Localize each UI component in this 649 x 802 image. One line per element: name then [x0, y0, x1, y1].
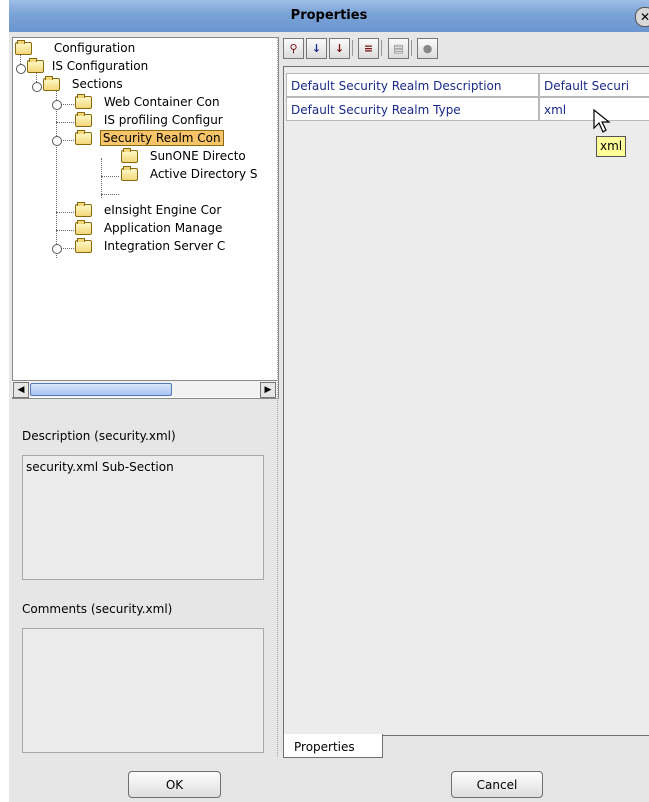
tree-item-sunone[interactable]: SunONE Directo [121, 147, 246, 165]
tab-properties[interactable]: Properties [283, 734, 383, 758]
folder-icon [75, 220, 92, 235]
property-value[interactable]: Default Securi [539, 73, 649, 97]
comments-field[interactable] [22, 628, 264, 753]
tree-line [56, 212, 74, 213]
folder-icon [15, 40, 32, 55]
properties-panel: Default Security Realm Description Defau… [283, 66, 649, 736]
expander-icon[interactable] [52, 244, 62, 254]
pin-icon[interactable]: ⚲ [283, 38, 304, 59]
tree-item-is-configuration[interactable]: IS Configuration [27, 57, 148, 75]
toolbar-separator [381, 40, 382, 56]
tree-item-label: IS profiling Configur [103, 113, 223, 127]
ok-button[interactable]: OK [128, 771, 221, 798]
tooltip: xml [596, 136, 627, 157]
tree-item-web-container[interactable]: Web Container Con [75, 93, 220, 111]
folder-icon [121, 166, 138, 181]
toolbar-separator [411, 40, 412, 56]
help-icon[interactable]: ● [417, 38, 438, 59]
toolbar-separator [352, 40, 353, 56]
title-bar: Properties ✕ [9, 0, 649, 32]
scroll-left-icon[interactable]: ◀ [13, 382, 29, 398]
tree-line [56, 230, 74, 231]
expander-icon[interactable] [52, 136, 62, 146]
tree-item-label: Application Manage [103, 221, 223, 235]
mouse-cursor-icon [593, 108, 611, 133]
description-text: security.xml Sub-Section [26, 460, 174, 474]
folder-icon [75, 238, 92, 253]
tree-item-security-realm[interactable]: Security Realm Con [75, 129, 224, 147]
tree-item-label: Web Container Con [103, 95, 220, 109]
folder-icon [121, 148, 138, 163]
sort-az-icon[interactable]: ↓ [306, 38, 327, 59]
tree-item-configuration[interactable]: Configuration [15, 39, 135, 57]
tree-line [101, 194, 119, 195]
tree-item-application-manager[interactable]: Application Manage [75, 219, 222, 237]
folder-icon [75, 94, 92, 109]
folder-icon [75, 202, 92, 217]
tree-item-sections[interactable]: Sections [43, 75, 123, 93]
folder-icon [27, 58, 44, 73]
expander-icon[interactable] [16, 64, 26, 74]
tree-line [56, 88, 57, 258]
folder-icon [75, 112, 92, 127]
property-name: Default Security Realm Description [286, 73, 539, 97]
property-name: Default Security Realm Type [286, 97, 539, 121]
tree-item-label: IS Configuration [51, 59, 149, 73]
tree-item-is-profiling[interactable]: IS profiling Configur [75, 111, 223, 129]
folder-icon [43, 76, 60, 91]
tree-item-label-selected: Security Realm Con [99, 130, 224, 146]
tree-item-einsight[interactable]: eInsight Engine Cor [75, 201, 221, 219]
categorize-icon[interactable]: ↓ [329, 38, 350, 59]
properties-toolbar: ⚲ ↓ ↓ ≡ ▤ ● [283, 37, 649, 61]
pane-splitter[interactable] [277, 37, 282, 757]
window-title: Properties [290, 8, 368, 23]
tree-item-label: Sections [71, 77, 123, 91]
doc-icon[interactable]: ▤ [388, 38, 409, 59]
tree-item-label: Configuration [53, 41, 136, 55]
cancel-button[interactable]: Cancel [451, 771, 543, 798]
tree-item-label: Active Directory S [149, 167, 258, 181]
tree-item-active-directory[interactable]: Active Directory S [121, 165, 258, 183]
folder-icon [75, 130, 92, 145]
scroll-thumb[interactable] [30, 383, 172, 396]
tree-horizontal-scrollbar[interactable]: ◀ ▶ [12, 380, 277, 398]
comments-label: Comments (security.xml) [22, 602, 173, 616]
tree-item-label: eInsight Engine Cor [103, 203, 222, 217]
tree-line [56, 122, 74, 123]
tree-line [101, 158, 102, 198]
tree-line [101, 176, 119, 177]
expander-icon[interactable] [52, 100, 62, 110]
description-label: Description (security.xml) [22, 429, 176, 443]
tree-item-integration-server[interactable]: Integration Server C [75, 237, 225, 255]
scroll-right-icon[interactable]: ▶ [260, 382, 276, 398]
filter-icon[interactable]: ≡ [358, 38, 379, 59]
description-box: security.xml Sub-Section [22, 455, 264, 580]
table-row[interactable]: Default Security Realm Description Defau… [286, 73, 649, 97]
tree-item-label: Integration Server C [103, 239, 226, 253]
window-left-edge [0, 0, 9, 802]
close-icon[interactable]: ✕ [635, 7, 649, 27]
configuration-tree[interactable]: Configuration IS Configuration Sections … [12, 37, 279, 399]
tree-item-label: SunONE Directo [149, 149, 246, 163]
expander-icon[interactable] [32, 82, 42, 92]
